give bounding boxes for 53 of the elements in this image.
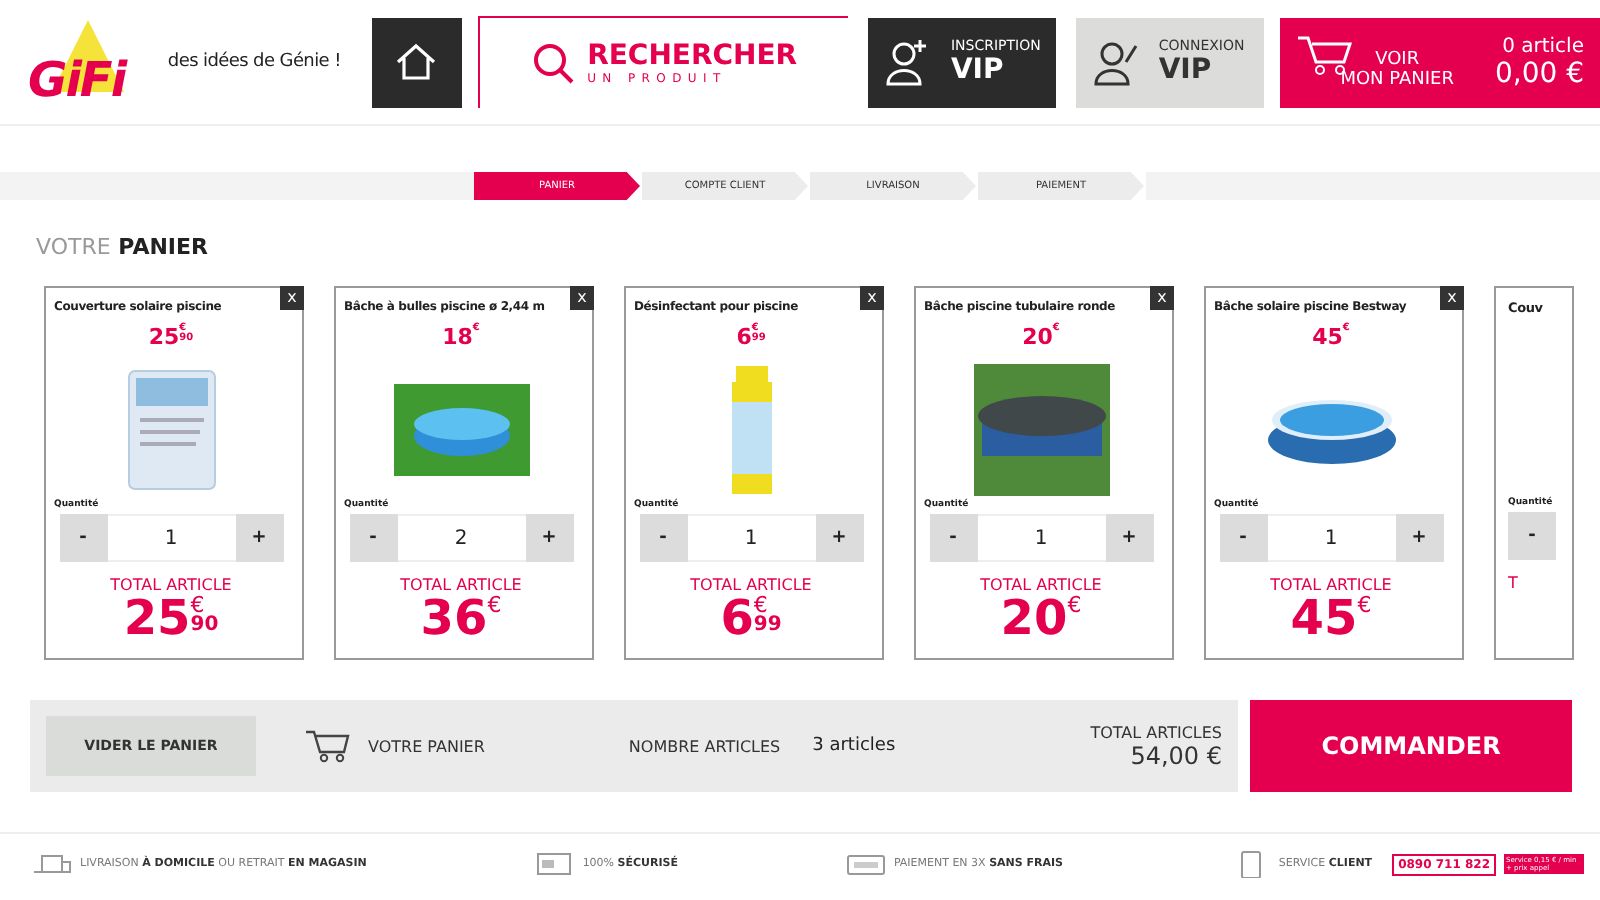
increase-button[interactable]: + xyxy=(815,514,863,562)
tagline: des idées de Génie ! xyxy=(167,52,343,72)
decrease-button[interactable]: - xyxy=(929,514,977,562)
total-label: TOTAL ARTICLE xyxy=(690,576,812,594)
cart-icon xyxy=(304,728,352,764)
quantity-field[interactable]: 1 xyxy=(977,514,1105,562)
cart-label: VOTRE PANIER xyxy=(368,737,485,755)
decrease-button[interactable]: - xyxy=(639,514,687,562)
total-label: TOTAL ARTICLES xyxy=(1090,723,1222,741)
decrease-button[interactable]: - xyxy=(349,514,397,562)
page-title: VOTRE PANIER xyxy=(36,234,211,262)
total-label: T xyxy=(1508,574,1518,592)
increase-button[interactable]: + xyxy=(235,514,283,562)
increase-button[interactable]: + xyxy=(1105,514,1153,562)
home-button[interactable] xyxy=(371,17,462,107)
search-icon xyxy=(531,41,576,85)
total-amount: 54,00 € xyxy=(1130,741,1222,769)
total-label: TOTAL ARTICLE xyxy=(110,576,232,594)
quantity-field[interactable]: 1 xyxy=(1267,514,1395,562)
decrease-button[interactable]: - xyxy=(1219,514,1267,562)
decrease-button[interactable]: - xyxy=(59,514,107,562)
cart-button[interactable]: VOIR MON PANIER 0 article 0,00 € xyxy=(1280,17,1600,107)
user-pen-icon xyxy=(1094,38,1139,86)
item-total: 45€ xyxy=(1290,594,1372,642)
user-plus-icon xyxy=(886,38,931,86)
product-photo xyxy=(393,384,529,476)
card-icon xyxy=(845,850,886,878)
order-button[interactable]: COMMANDER xyxy=(1250,700,1572,792)
product-photo xyxy=(1267,396,1395,464)
total-label: TOTAL ARTICLE xyxy=(400,576,522,594)
quantity-field[interactable]: 1 xyxy=(687,514,815,562)
remove-button[interactable]: x xyxy=(1150,286,1174,310)
increase-button[interactable]: + xyxy=(525,514,573,562)
total-label: TOTAL ARTICLE xyxy=(1270,576,1392,594)
item-total: 36€ xyxy=(420,594,502,642)
count-label: NOMBRE ARTICLES xyxy=(628,737,781,755)
remove-button[interactable]: x xyxy=(570,286,594,310)
lock-icon xyxy=(534,850,575,878)
increase-button[interactable]: + xyxy=(1395,514,1443,562)
product-photo xyxy=(731,366,771,494)
truck-icon xyxy=(32,850,72,878)
product-photo xyxy=(973,364,1109,496)
home-icon xyxy=(394,42,439,82)
article-count: 3 articles xyxy=(812,736,896,756)
remove-button[interactable]: x xyxy=(1440,286,1464,310)
product-photo xyxy=(127,370,215,490)
total-label: TOTAL ARTICLE xyxy=(980,576,1102,594)
quantity-field[interactable]: 1 xyxy=(107,514,235,562)
decrease-button[interactable]: - xyxy=(1508,512,1556,560)
quantity-field[interactable]: 2 xyxy=(397,514,525,562)
remove-button[interactable]: x xyxy=(860,286,884,310)
item-total: 20€ xyxy=(1000,594,1082,642)
remove-button[interactable]: x xyxy=(280,286,304,310)
